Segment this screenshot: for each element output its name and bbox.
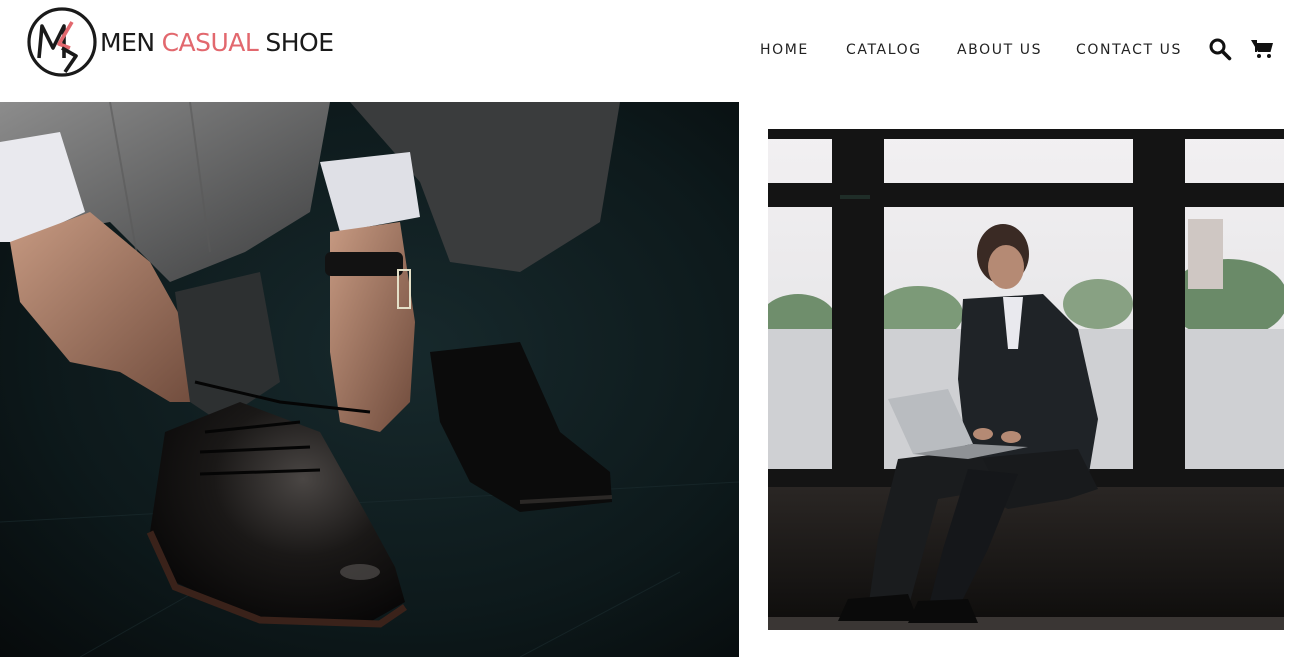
logo-wordmark: MEN CASUAL SHOE	[100, 30, 334, 55]
brand-logo[interactable]: MEN CASUAL SHOE	[26, 6, 334, 78]
nav-catalog[interactable]: CATALOG	[846, 42, 957, 58]
nav-about-us[interactable]: ABOUT US	[957, 42, 1076, 58]
shoe-lacing-photo	[0, 102, 739, 657]
cart-button[interactable]	[1249, 36, 1275, 62]
search-icon	[1209, 38, 1232, 61]
logo-word-shoe: SHOE	[265, 27, 334, 57]
logo-word-men: MEN	[100, 27, 155, 57]
main-nav: HOME CATALOG ABOUT US CONTACT US	[760, 42, 1196, 58]
hero-image-shoe-lacing[interactable]	[0, 102, 739, 657]
search-button[interactable]	[1207, 36, 1233, 62]
nav-contact-us[interactable]: CONTACT US	[1076, 42, 1196, 58]
hero-image-businessman-laptop[interactable]	[768, 129, 1284, 630]
logo-word-casual: CASUAL	[161, 27, 259, 57]
site-header: MEN CASUAL SHOE HOME CATALOG ABOUT US CONT…	[0, 0, 1310, 102]
cart-icon	[1251, 40, 1273, 58]
nav-home[interactable]: HOME	[760, 42, 846, 58]
businessman-laptop-photo	[768, 129, 1284, 630]
logo-mark-icon	[27, 7, 97, 77]
